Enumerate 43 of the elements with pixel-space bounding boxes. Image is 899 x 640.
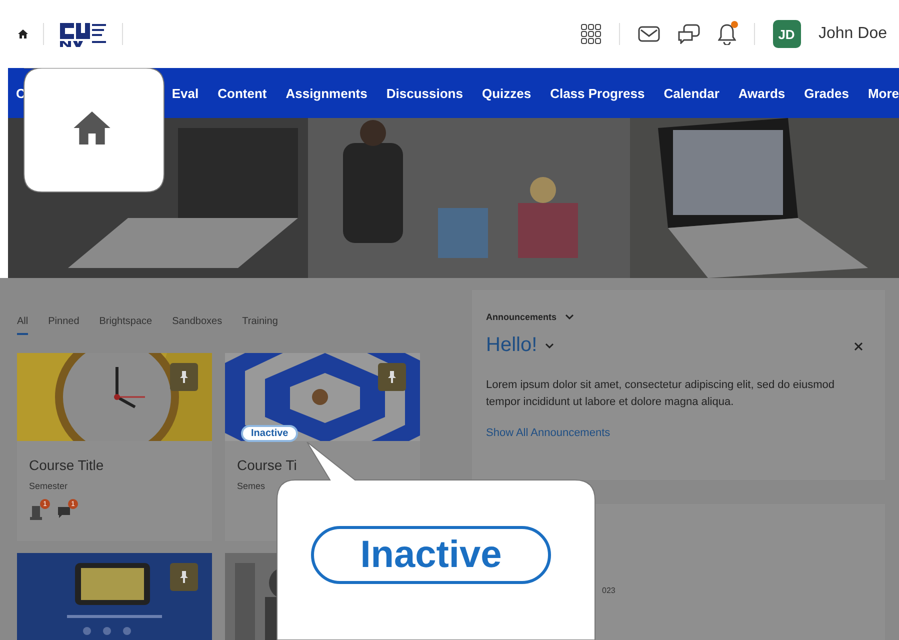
chat-icon[interactable] bbox=[678, 24, 700, 44]
nav-link[interactable]: Class Progress bbox=[550, 86, 645, 100]
pin-button[interactable] bbox=[378, 363, 406, 391]
course-tab[interactable]: All bbox=[17, 316, 28, 335]
nav-link[interactable]: More bbox=[868, 86, 899, 100]
nav-link[interactable]: Calendar bbox=[664, 86, 720, 100]
course-title[interactable]: Course Title bbox=[17, 441, 212, 473]
nav-link[interactable]: Quizzes bbox=[482, 86, 532, 100]
pin-icon bbox=[180, 371, 188, 383]
close-icon bbox=[854, 342, 863, 350]
course-title[interactable]: Course Ti bbox=[225, 441, 420, 473]
nav-link[interactable]: Eval bbox=[172, 86, 199, 100]
bell-icon[interactable] bbox=[718, 23, 736, 45]
course-tab[interactable]: Sandboxes bbox=[172, 316, 222, 335]
home-icon[interactable] bbox=[17, 28, 29, 40]
semester-label: Semester bbox=[28, 480, 69, 491]
chevron-down-icon[interactable] bbox=[545, 342, 554, 348]
nav-link[interactable]: Assignments bbox=[286, 86, 368, 100]
logo-icon[interactable] bbox=[58, 21, 108, 47]
user-avatar[interactable]: JD bbox=[772, 20, 800, 48]
pin-icon bbox=[388, 371, 396, 383]
apps-grid-icon[interactable] bbox=[580, 24, 600, 44]
course-tab[interactable]: Brightspace bbox=[99, 316, 152, 335]
mail-icon[interactable] bbox=[638, 26, 660, 42]
assignment-icon[interactable] bbox=[29, 505, 43, 521]
inactive-badge: Inactive bbox=[311, 526, 551, 584]
widget-title: Announcements bbox=[486, 312, 557, 322]
user-name[interactable]: John Doe bbox=[818, 25, 887, 43]
inactive-badge: Inactive bbox=[241, 425, 298, 442]
nav-link[interactable]: Discussions bbox=[386, 86, 463, 100]
nav-link[interactable]: Content bbox=[218, 86, 267, 100]
chat-icon[interactable] bbox=[57, 505, 71, 519]
course-tab[interactable]: Pinned bbox=[48, 316, 80, 335]
announcement-text: Lorem ipsum dolor sit amet, consectetur adipiscing elit, sed do eiusmod tempor incididunt ut labore et dolore magna aliqua. bbox=[486, 378, 836, 410]
pin-button[interactable] bbox=[170, 563, 198, 591]
pin-icon bbox=[180, 571, 188, 583]
date-text: 023 bbox=[602, 586, 616, 595]
chevron-down-icon[interactable] bbox=[564, 314, 574, 320]
nav-link[interactable]: Grades bbox=[804, 86, 849, 100]
course-tab[interactable]: Training bbox=[242, 316, 278, 335]
semester-label: Semes bbox=[236, 480, 266, 491]
pin-button[interactable] bbox=[170, 363, 198, 391]
nav-link[interactable]: Awards bbox=[738, 86, 786, 100]
